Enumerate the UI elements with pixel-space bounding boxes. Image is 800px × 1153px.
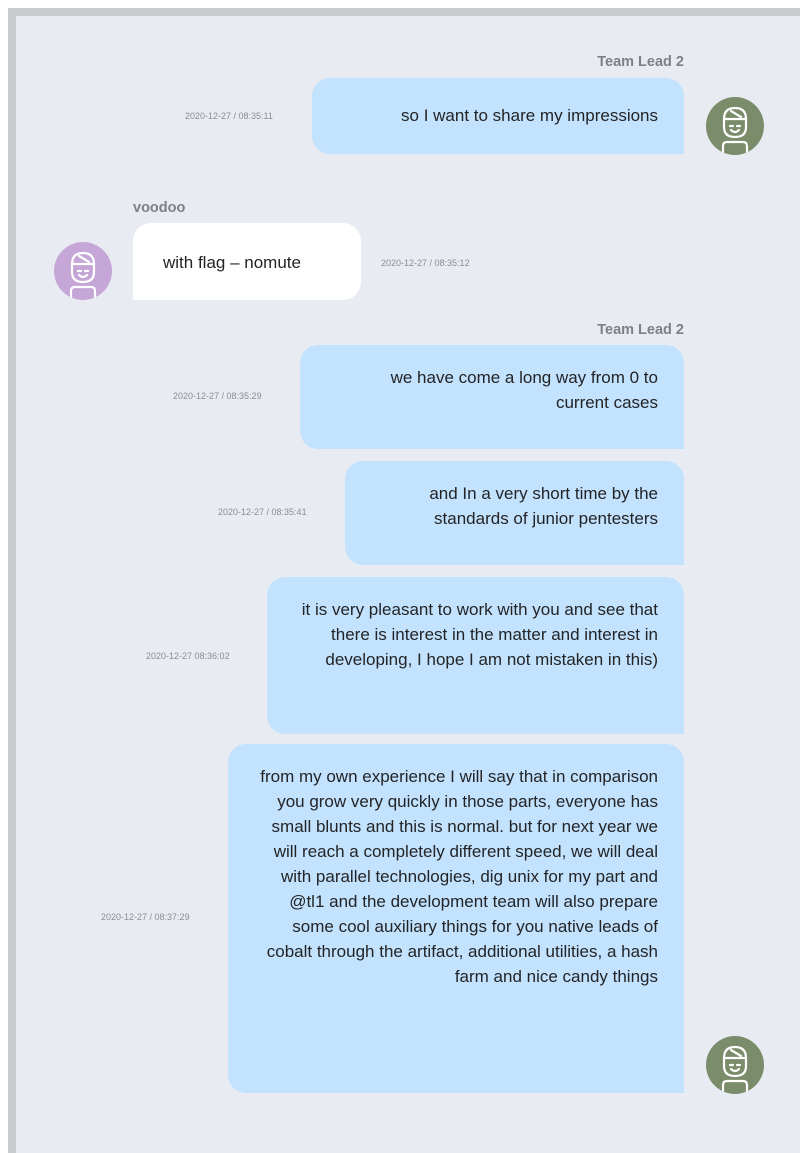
user-icon <box>721 106 749 155</box>
message-bubble[interactable]: and In a very short time by the standard… <box>345 461 684 565</box>
sender-name: Team Lead 2 <box>597 322 684 338</box>
message-timestamp: 2020-12-27 / 08:35:11 <box>185 111 273 121</box>
message-bubble[interactable]: we have come a long way from 0 to curren… <box>300 345 684 449</box>
message-bubble[interactable]: with flag – nomute <box>133 223 361 300</box>
message-timestamp: 2020-12-27 / 08:37:29 <box>101 912 190 922</box>
avatar[interactable] <box>54 242 112 300</box>
user-icon <box>721 1045 749 1094</box>
message-timestamp: 2020-12-27 / 08:35:41 <box>218 507 307 517</box>
message-timestamp: 2020-12-27 08:36:02 <box>146 651 230 661</box>
message-bubble[interactable]: from my own experience I will say that i… <box>228 744 684 1093</box>
message-bubble[interactable]: it is very pleasant to work with you and… <box>267 577 684 734</box>
avatar[interactable] <box>706 97 764 155</box>
avatar[interactable] <box>706 1036 764 1094</box>
sender-name: Team Lead 2 <box>597 54 684 70</box>
message-timestamp: 2020-12-27 / 08:35:29 <box>173 391 262 401</box>
user-icon <box>69 251 97 300</box>
message-bubble[interactable]: so I want to share my impressions <box>312 78 684 154</box>
message-timestamp: 2020-12-27 / 08:35:12 <box>381 258 470 268</box>
sender-name: voodoo <box>133 200 186 216</box>
